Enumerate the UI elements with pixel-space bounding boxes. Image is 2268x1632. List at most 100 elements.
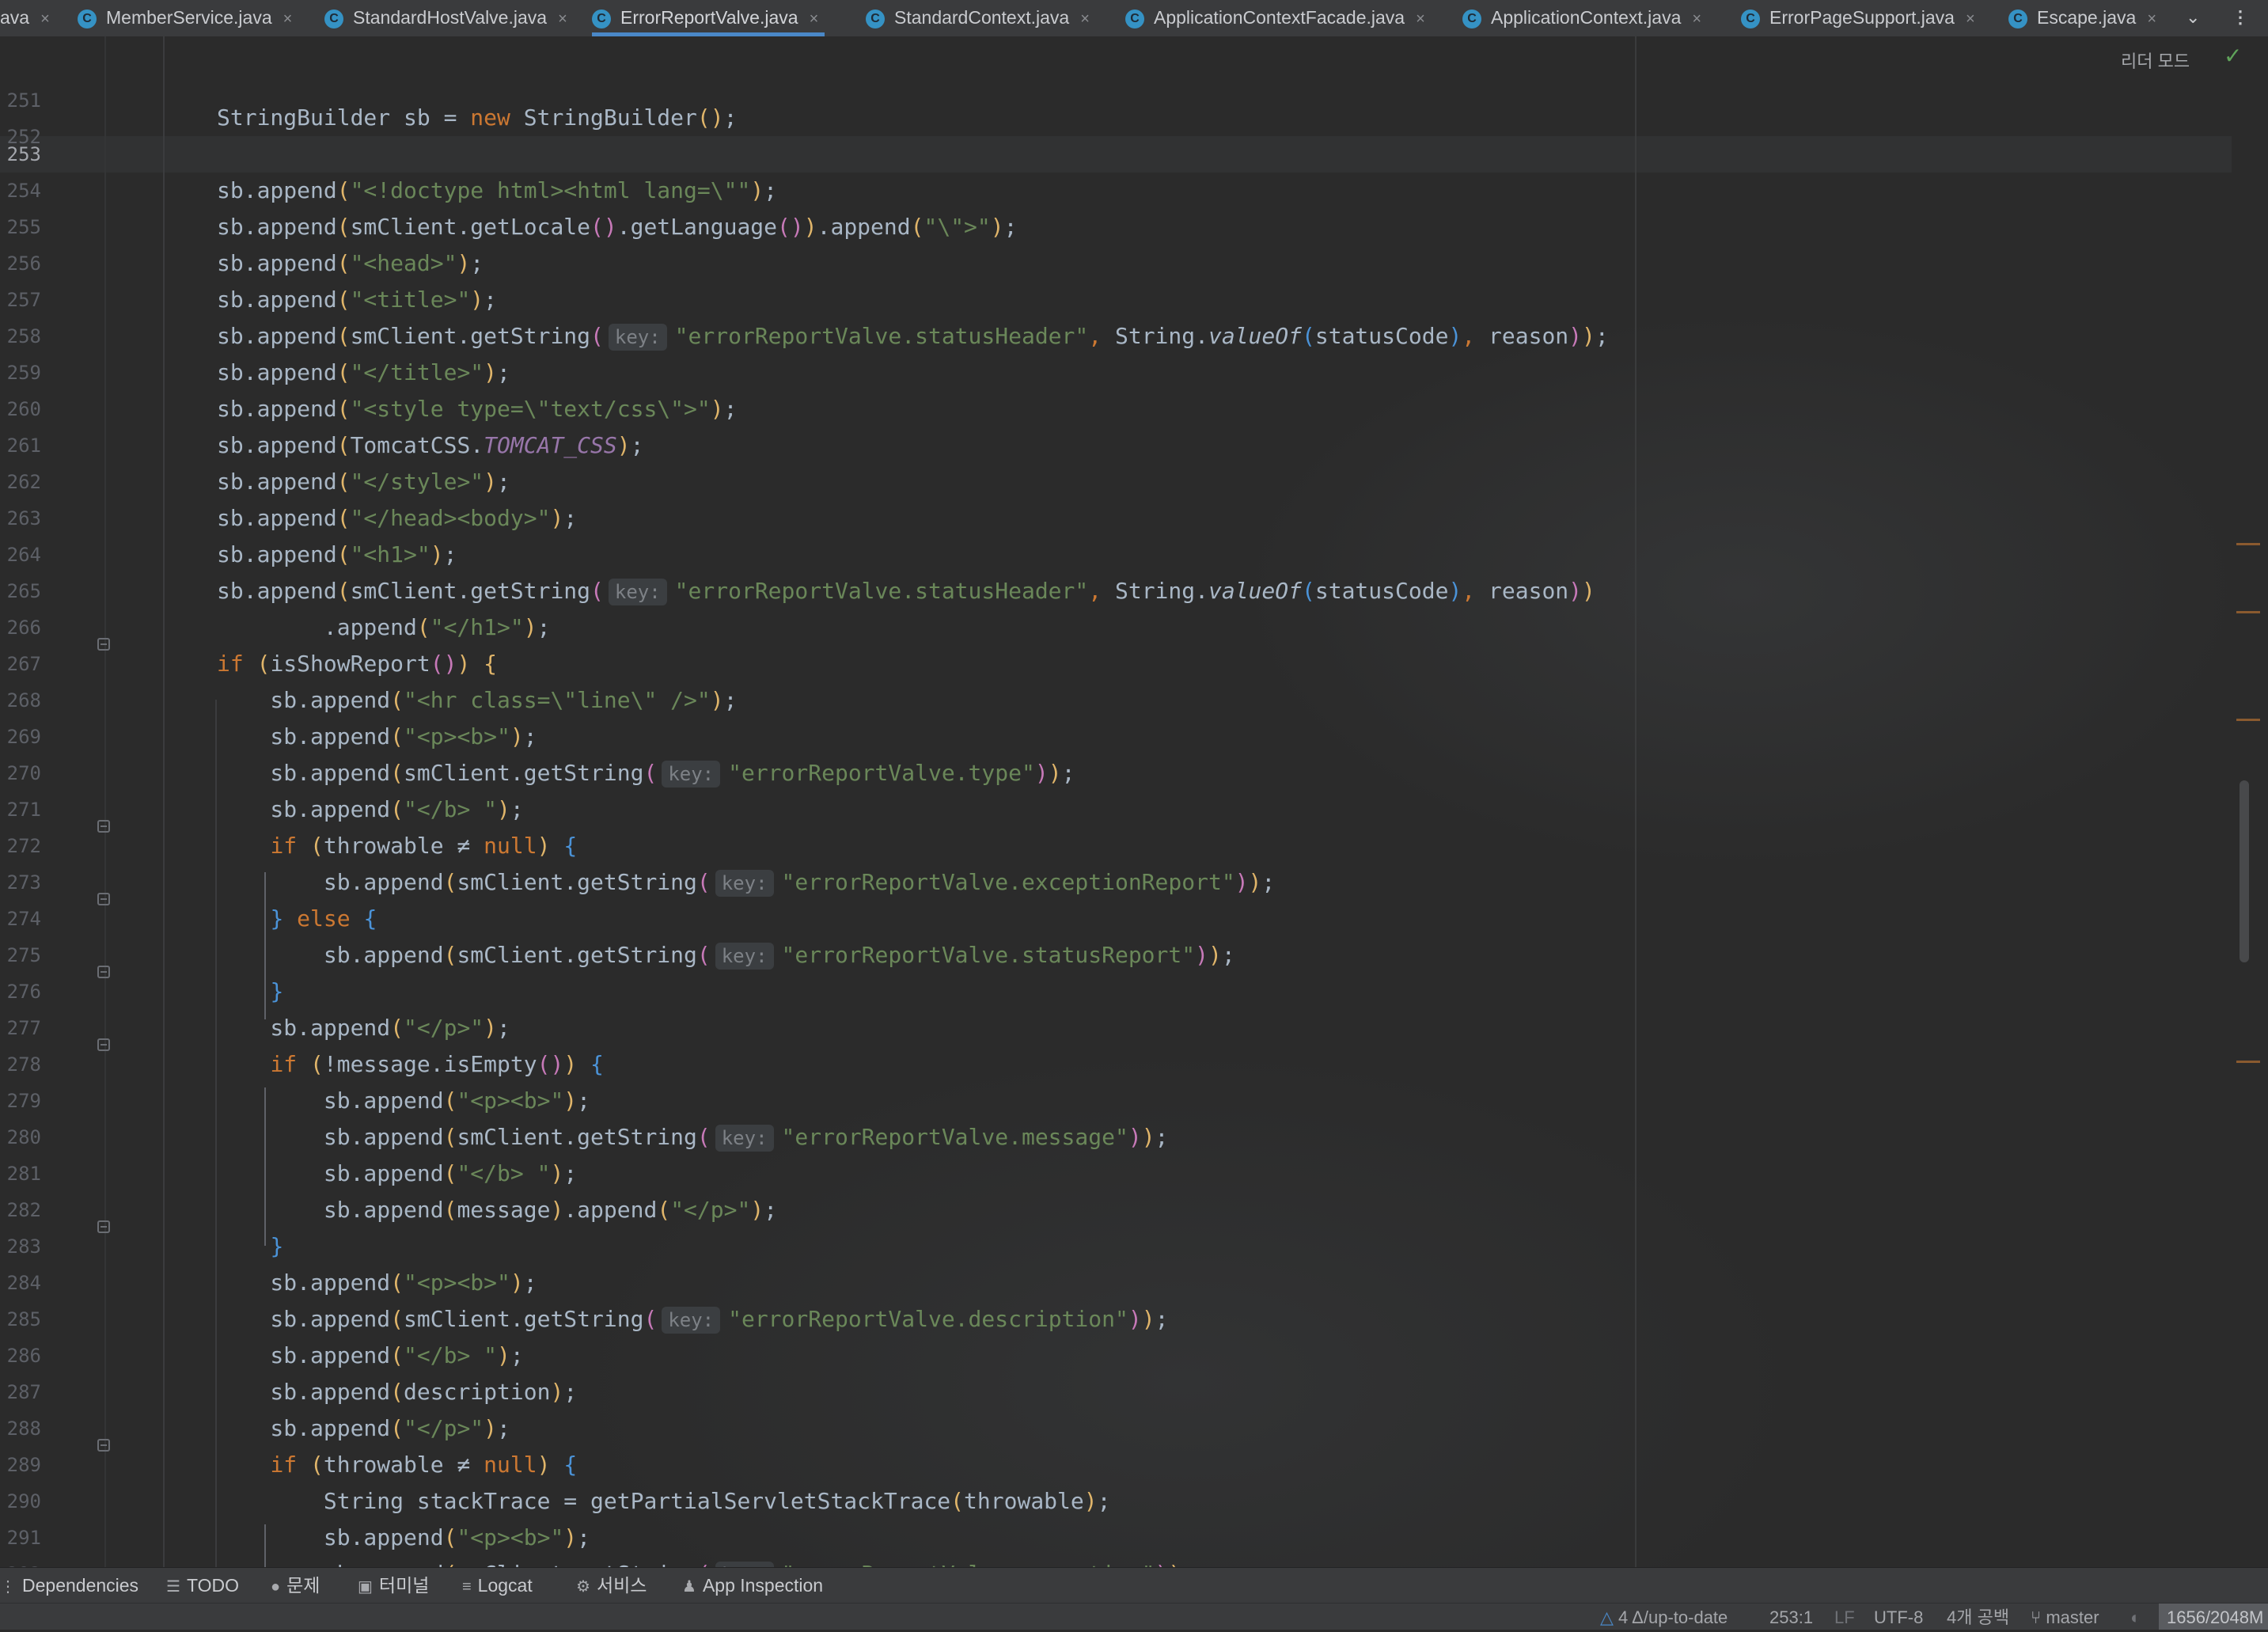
tab-label: MemberService.java	[106, 7, 272, 28]
code-line: sb.append(smClient.getString(key:"errorR…	[217, 578, 1595, 605]
caret-position[interactable]: 253:1	[1769, 1604, 1813, 1630]
code-line: sb.append("</b> ");	[217, 1342, 524, 1368]
code-line: sb.append(description);	[217, 1379, 578, 1405]
line-number: 291	[6, 1527, 41, 1549]
fold-marker[interactable]	[97, 893, 110, 905]
close-icon[interactable]: ×	[283, 10, 293, 28]
line-separator[interactable]: LF	[1834, 1604, 1855, 1630]
class-icon: C	[592, 9, 611, 28]
code-line: sb.append("</head><body>");	[217, 505, 578, 531]
close-icon[interactable]: ×	[1080, 10, 1090, 28]
line-number: 257	[6, 289, 41, 311]
close-icon[interactable]: ×	[1692, 10, 1701, 28]
close-icon[interactable]: ×	[1416, 10, 1425, 28]
indent-setting[interactable]: 4개 공백	[1947, 1604, 2009, 1630]
error-stripe-marker[interactable]	[2236, 543, 2260, 545]
code-line: sb.append(smClient.getString(key:"errorR…	[217, 323, 1609, 351]
tab-label: Escape.java	[2037, 7, 2137, 28]
line-number: 268	[6, 689, 41, 712]
class-icon: C	[324, 9, 343, 28]
tab-errorreportvalve[interactable]: C ErrorReportValve.java ×	[592, 0, 825, 36]
logcat-icon: ≡	[462, 1578, 472, 1596]
line-number: 259	[6, 362, 41, 384]
vcs-status[interactable]: △ 4 Δ/up-to-date	[1600, 1604, 1728, 1630]
more-vertical-icon[interactable]: ⋮	[2232, 0, 2249, 36]
file-encoding[interactable]: UTF-8	[1874, 1604, 1923, 1630]
git-branch[interactable]: ⑂ master	[2031, 1604, 2099, 1630]
fold-marker[interactable]	[97, 966, 110, 978]
toolwindow-todo[interactable]: ☰ TODO	[166, 1568, 239, 1603]
code-line: sb.append(TomcatCSS.TOMCAT_CSS);	[217, 432, 644, 458]
tab-label: ava	[0, 7, 30, 28]
toolwindow-label: 문제	[286, 1575, 320, 1596]
parameter-hint: key:	[608, 324, 667, 351]
tab-applicationcontextfacade[interactable]: C ApplicationContextFacade.java ×	[1125, 0, 1425, 36]
line-number: 284	[6, 1272, 41, 1294]
tab-partial[interactable]: ava ×	[0, 0, 50, 36]
code-line: sb.append("<title>");	[217, 287, 498, 313]
line-number: 254	[6, 180, 41, 202]
line-number: 265	[6, 580, 41, 602]
vcs-warning-icon: △	[1600, 1607, 1614, 1627]
toolwindow-label: TODO	[186, 1575, 239, 1596]
code-line: sb.append("</p>");	[217, 1015, 510, 1041]
check-icon[interactable]: ✓	[2224, 43, 2242, 69]
code-line: if (throwable ≠ null) {	[270, 833, 578, 859]
close-icon[interactable]: ×	[810, 10, 819, 28]
line-number: 258	[6, 325, 41, 347]
line-number: 255	[6, 216, 41, 238]
services-icon: ⚙	[576, 1578, 590, 1596]
tab-memberservice[interactable]: C MemberService.java ×	[78, 0, 292, 36]
line-number: 263	[6, 507, 41, 529]
toolwindow-terminal[interactable]: ▣ 터미널	[358, 1568, 429, 1603]
fold-marker[interactable]	[97, 1220, 110, 1233]
line-number: 290	[6, 1490, 41, 1512]
toolwindow-services[interactable]: ⚙ 서비스	[576, 1568, 647, 1603]
code-line: sb.append(smClient.getString(key:"errorR…	[217, 869, 1276, 897]
tab-standardhostvalve[interactable]: C StandardHostValve.java ×	[324, 0, 567, 36]
line-number: 260	[6, 398, 41, 420]
close-icon[interactable]: ×	[1966, 10, 1975, 28]
parameter-hint: key:	[662, 1307, 721, 1334]
code-line: sb.append(smClient.getString(key:"errorR…	[217, 760, 1075, 788]
vertical-scrollbar[interactable]	[2240, 780, 2249, 962]
close-icon[interactable]: ×	[558, 10, 567, 28]
line-number: 289	[6, 1454, 41, 1476]
reader-mode-toggle[interactable]: 리더 모드	[2121, 47, 2190, 73]
toolwindow-logcat[interactable]: ≡ Logcat	[462, 1568, 533, 1603]
code-line: sb.append(smClient.getString(key:"errorR…	[217, 1306, 1169, 1334]
fold-marker[interactable]	[97, 1038, 110, 1051]
code-line: sb.append("</p>");	[217, 1415, 510, 1441]
tab-errorpagesupport[interactable]: C ErrorPageSupport.java ×	[1741, 0, 1975, 36]
memory-indicator[interactable]: 1656/2048M	[2159, 1604, 2268, 1630]
line-number: 288	[6, 1418, 41, 1440]
lock-icon[interactable]: ◐	[2130, 1604, 2141, 1630]
toolwindow-label: 서비스	[596, 1575, 647, 1596]
toolwindow-label: Dependencies	[22, 1575, 139, 1596]
error-stripe-marker[interactable]	[2236, 719, 2260, 721]
code-line: StringBuilder sb = new StringBuilder();	[217, 104, 738, 131]
code-line: sb.append("<p><b>");	[217, 1087, 591, 1114]
error-stripe-marker[interactable]	[2236, 611, 2260, 613]
code-line: sb.append("</b> ");	[217, 1160, 578, 1186]
tab-standardcontext[interactable]: C StandardContext.java ×	[866, 0, 1090, 36]
tab-escape[interactable]: C Escape.java ×	[2008, 0, 2156, 36]
fold-marker[interactable]	[97, 820, 110, 833]
close-icon[interactable]: ×	[40, 10, 50, 28]
code-editor[interactable]: 리더 모드 ✓ 251 252 253 254 255 256 257 258 …	[0, 36, 2268, 1567]
chevron-down-icon[interactable]: ⌄	[2186, 0, 2200, 36]
toolwindow-dependencies[interactable]: ⋮ Dependencies	[0, 1568, 138, 1603]
error-stripe-marker[interactable]	[2236, 1061, 2260, 1063]
toolwindow-app-inspection[interactable]: ♟ App Inspection	[682, 1568, 823, 1603]
toolwindow-problems[interactable]: ● 문제	[271, 1568, 320, 1603]
class-icon: C	[2008, 9, 2027, 28]
fold-marker[interactable]	[97, 1439, 110, 1452]
close-icon[interactable]: ×	[2147, 10, 2156, 28]
code-line: sb.append("<p><b>");	[217, 1270, 537, 1296]
class-icon: C	[1125, 9, 1144, 28]
line-number: 271	[6, 799, 41, 821]
class-icon: C	[866, 9, 885, 28]
tab-applicationcontext[interactable]: C ApplicationContext.java ×	[1462, 0, 1701, 36]
line-number: 256	[6, 252, 41, 275]
fold-marker[interactable]	[97, 638, 110, 651]
